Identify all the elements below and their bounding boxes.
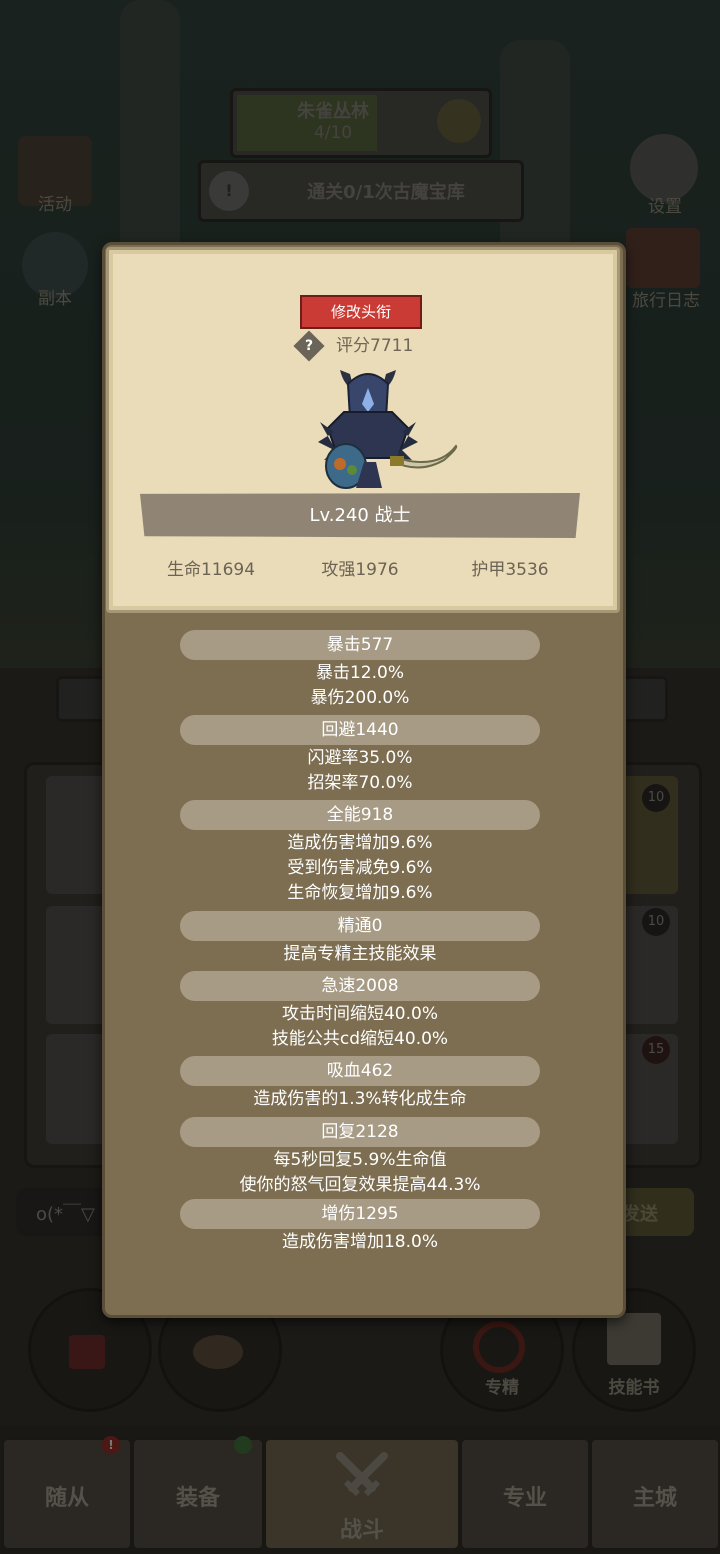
stat-detail: 闪避率35.0% — [307, 748, 413, 768]
level-class: Lv.240 战士 — [309, 505, 411, 526]
stat-detail: 暴击12.0% — [315, 663, 404, 683]
stat-detail: 造成伤害增加18.0% — [281, 1232, 438, 1252]
stat-detail: 技能公共cd缩短40.0% — [271, 1029, 449, 1049]
change-title-button[interactable]: 修改头衔 — [300, 295, 422, 329]
stat-header: 全能918 — [180, 800, 540, 830]
stat-header: 增伤1295 — [180, 1199, 540, 1229]
stat-detail: 攻击时间缩短40.0% — [281, 1004, 438, 1024]
score-text: 评分7711 — [336, 336, 414, 356]
stat-detail: 造成伤害的1.3%转化成生命 — [253, 1089, 467, 1109]
armor-stat: 护甲3536 — [471, 560, 549, 580]
stat-detail: 造成伤害增加9.6% — [287, 833, 433, 853]
help-icon-glyph: ? — [304, 338, 314, 354]
stat-header: 暴击577 — [180, 630, 540, 660]
stat-detail: 暴伤200.0% — [310, 688, 410, 708]
stat-detail: 受到伤害减免9.6% — [287, 858, 433, 878]
warrior-character-sprite — [310, 362, 460, 494]
stat-detail: 提高专精主技能效果 — [283, 944, 437, 964]
stat-detail: 招架率70.0% — [307, 773, 413, 793]
stat-header: 吸血462 — [180, 1056, 540, 1086]
stat-header: 急速2008 — [180, 971, 540, 1001]
attack-power-stat: 攻强1976 — [321, 560, 399, 580]
stat-header: 精通0 — [180, 911, 540, 941]
stat-detail: 每5秒回复5.9%生命值 — [273, 1150, 447, 1170]
stat-detail: 使你的怒气回复效果提高44.3% — [239, 1175, 481, 1195]
hp-stat: 生命11694 — [166, 560, 256, 580]
stat-header: 回避1440 — [180, 715, 540, 745]
stat-detail: 生命恢复增加9.6% — [287, 883, 433, 903]
stat-header: 回复2128 — [180, 1117, 540, 1147]
